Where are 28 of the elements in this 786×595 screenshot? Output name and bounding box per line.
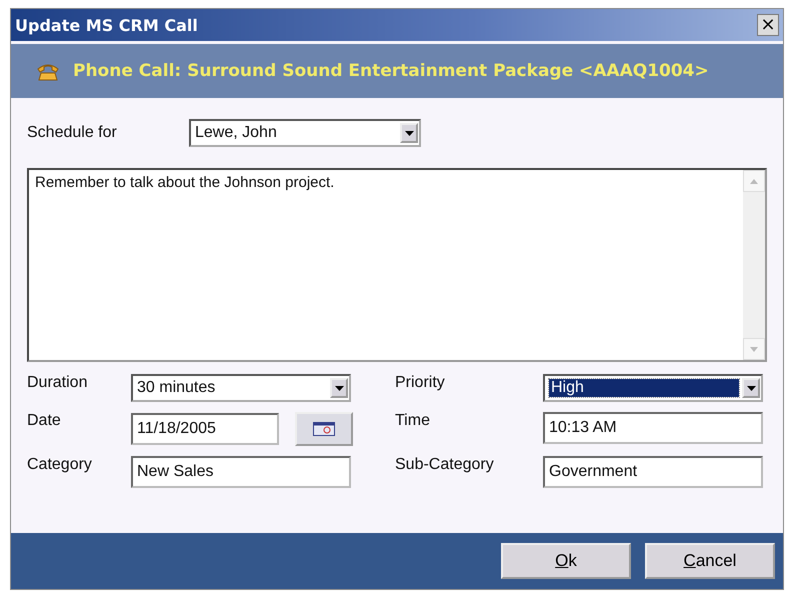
close-button[interactable]: × <box>757 14 779 36</box>
text-field[interactable]: Government <box>543 456 763 488</box>
dropdown[interactable]: High <box>543 374 763 402</box>
field-label: Duration <box>27 374 88 392</box>
text-field[interactable]: New Sales <box>131 456 351 488</box>
dialog-button[interactable]: Cancel <box>645 543 775 579</box>
field-label: Category <box>27 456 93 474</box>
down-arrow-icon <box>750 346 758 352</box>
field-label: Priority <box>395 374 446 392</box>
field-label: Time <box>395 412 431 430</box>
window-title: Update MS CRM Call <box>15 16 198 34</box>
schedule-dropdown[interactable]: Lewe, John <box>189 119 421 147</box>
record-title: Phone Call: Surround Sound Entertainment Package <AAAQ1004> <box>73 61 709 81</box>
date-field[interactable]: 11/18/2005 <box>131 413 279 445</box>
field-label: Schedule for <box>27 124 118 142</box>
up-arrow-icon <box>750 178 758 184</box>
dropdown-value: High <box>549 379 739 397</box>
field-label: Date <box>27 412 62 430</box>
notes-textarea[interactable]: Remember to talk about the Johnson project. <box>27 168 767 362</box>
dropdown-value: 30 minutes <box>137 379 216 397</box>
dropdown[interactable]: 30 minutes <box>131 374 351 402</box>
dialog-button[interactable]: Ok <box>501 543 631 579</box>
dropdown-value: Lewe, John <box>195 124 278 142</box>
text-field[interactable]: 10:13 AM <box>543 412 763 444</box>
calendar-icon <box>313 422 335 436</box>
calendar-button[interactable] <box>295 412 353 446</box>
notes-text: Remember to talk about the Johnson project. <box>34 173 336 193</box>
field-label: Sub-Category <box>395 456 495 474</box>
